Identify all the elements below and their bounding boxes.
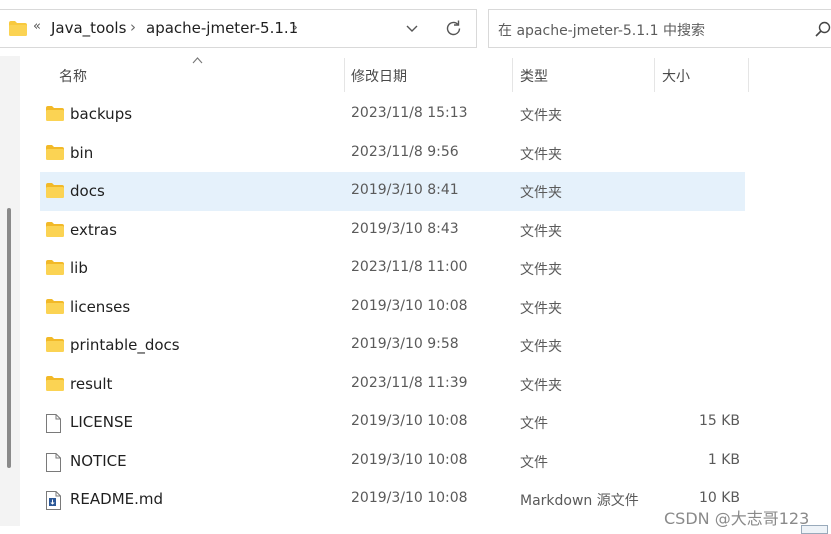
column-divider[interactable] xyxy=(654,58,655,92)
table-row[interactable]: licenses 2019/3/10 10:08 文件夹 xyxy=(40,288,831,327)
file-type: 文件夹 xyxy=(520,108,562,124)
table-row[interactable]: bin 2023/11/8 9:56 文件夹 xyxy=(40,134,831,173)
folder-icon xyxy=(46,183,64,202)
folder-icon xyxy=(46,260,64,279)
address-bar[interactable]: « Java_tools › apache-jmeter-5.1.1 › xyxy=(0,9,477,48)
chevron-down-icon[interactable] xyxy=(405,21,419,39)
file-icon xyxy=(46,452,61,476)
file-type: 文件夹 xyxy=(520,262,562,278)
file-size: 1 KB xyxy=(707,451,740,468)
file-list: backups 2023/11/8 15:13 文件夹 bin 2023/11/8 9:… xyxy=(40,95,831,519)
file-type: 文件夹 xyxy=(520,146,562,163)
file-name: README.md xyxy=(70,490,164,508)
file-name: result xyxy=(70,374,113,393)
folder-icon xyxy=(46,106,64,125)
file-name: NOTICE xyxy=(70,451,127,470)
file-date-modified: 2023/11/8 15:13 xyxy=(351,105,468,121)
table-row[interactable]: docs 2019/3/10 8:41 文件夹 xyxy=(40,172,745,211)
file-name: backups xyxy=(70,105,133,123)
folder-icon xyxy=(46,144,64,164)
folder-icon xyxy=(46,221,64,241)
overflow-chevron-icon[interactable]: « xyxy=(33,19,41,34)
column-divider[interactable] xyxy=(512,58,513,92)
scrollbar-thumb[interactable] xyxy=(7,208,11,468)
table-row[interactable]: result 2023/11/8 11:39 文件夹 xyxy=(40,365,831,404)
file-type: 文件 xyxy=(520,416,548,432)
file-type: Markdown 源文件 xyxy=(520,493,639,509)
file-icon xyxy=(46,414,61,437)
file-date-modified: 2019/3/10 10:08 xyxy=(351,490,468,506)
file-name: docs xyxy=(70,182,105,200)
file-date-modified: 2019/3/10 8:43 xyxy=(351,220,459,237)
search-icon[interactable] xyxy=(815,21,831,41)
breadcrumb-separator-icon[interactable]: › xyxy=(292,18,298,36)
view-toggle-button[interactable] xyxy=(801,525,828,534)
file-type: 文件夹 xyxy=(520,223,562,240)
file-size: 10 KB xyxy=(698,490,740,506)
file-name: lib xyxy=(70,259,88,277)
top-bar: « Java_tools › apache-jmeter-5.1.1 › 在 a… xyxy=(0,0,831,56)
file-date-modified: 2019/3/10 8:41 xyxy=(351,182,459,198)
table-row[interactable]: extras 2019/3/10 8:43 文件夹 xyxy=(40,211,831,250)
sort-ascending-icon xyxy=(192,54,203,67)
file-type: 文件 xyxy=(520,454,548,471)
file-date-modified: 2019/3/10 10:08 xyxy=(351,297,468,314)
search-box[interactable]: 在 apache-jmeter-5.1.1 中搜索 xyxy=(488,9,831,48)
file-date-modified: 2023/11/8 11:00 xyxy=(351,259,468,275)
refresh-icon[interactable] xyxy=(444,19,463,42)
file-date-modified: 2023/11/8 9:56 xyxy=(351,143,459,160)
table-row[interactable]: LICENSE 2019/3/10 10:08 文件 15 KB xyxy=(40,403,831,442)
breadcrumb-java-tools[interactable]: Java_tools xyxy=(51,19,126,37)
file-date-modified: 2019/3/10 10:08 xyxy=(351,451,468,468)
column-name[interactable]: 名称 xyxy=(59,66,87,86)
file-type: 文件夹 xyxy=(520,377,562,394)
file-name: printable_docs xyxy=(70,336,180,354)
column-divider[interactable] xyxy=(344,58,345,92)
column-date-modified[interactable]: 修改日期 xyxy=(351,66,407,86)
search-input[interactable]: 在 apache-jmeter-5.1.1 中搜索 xyxy=(498,20,705,40)
file-date-modified: 2019/3/10 10:08 xyxy=(351,413,468,429)
table-row[interactable]: printable_docs 2019/3/10 9:58 文件夹 xyxy=(40,326,831,365)
file-type: 文件夹 xyxy=(520,300,562,317)
file-name: extras xyxy=(70,220,117,239)
folder-icon xyxy=(9,21,27,40)
breadcrumb-apache-jmeter[interactable]: apache-jmeter-5.1.1 xyxy=(146,19,298,37)
file-date-modified: 2023/11/8 11:39 xyxy=(351,374,468,391)
file-type: 文件夹 xyxy=(520,339,562,355)
file-type: 文件夹 xyxy=(520,185,562,201)
folder-icon xyxy=(46,298,64,318)
file-name: licenses xyxy=(70,297,131,316)
file-name: bin xyxy=(70,143,94,162)
breadcrumb-separator-icon[interactable]: › xyxy=(130,18,136,36)
table-row[interactable]: NOTICE 2019/3/10 10:08 文件 1 KB xyxy=(40,442,831,481)
file-date-modified: 2019/3/10 9:58 xyxy=(351,336,459,352)
folder-icon xyxy=(46,375,64,395)
column-divider[interactable] xyxy=(748,58,749,92)
folder-icon xyxy=(46,337,64,356)
table-row[interactable]: backups 2023/11/8 15:13 文件夹 xyxy=(40,95,831,134)
column-type[interactable]: 类型 xyxy=(520,66,548,86)
markdown-file-icon xyxy=(46,491,61,514)
watermark: CSDN @大志哥123 xyxy=(664,509,810,528)
column-header: 名称 修改日期 类型 大小 xyxy=(22,56,831,94)
table-row[interactable]: lib 2023/11/8 11:00 文件夹 xyxy=(40,249,831,288)
file-name: LICENSE xyxy=(70,413,133,431)
file-size: 15 KB xyxy=(698,413,740,429)
column-size[interactable]: 大小 xyxy=(662,66,690,86)
